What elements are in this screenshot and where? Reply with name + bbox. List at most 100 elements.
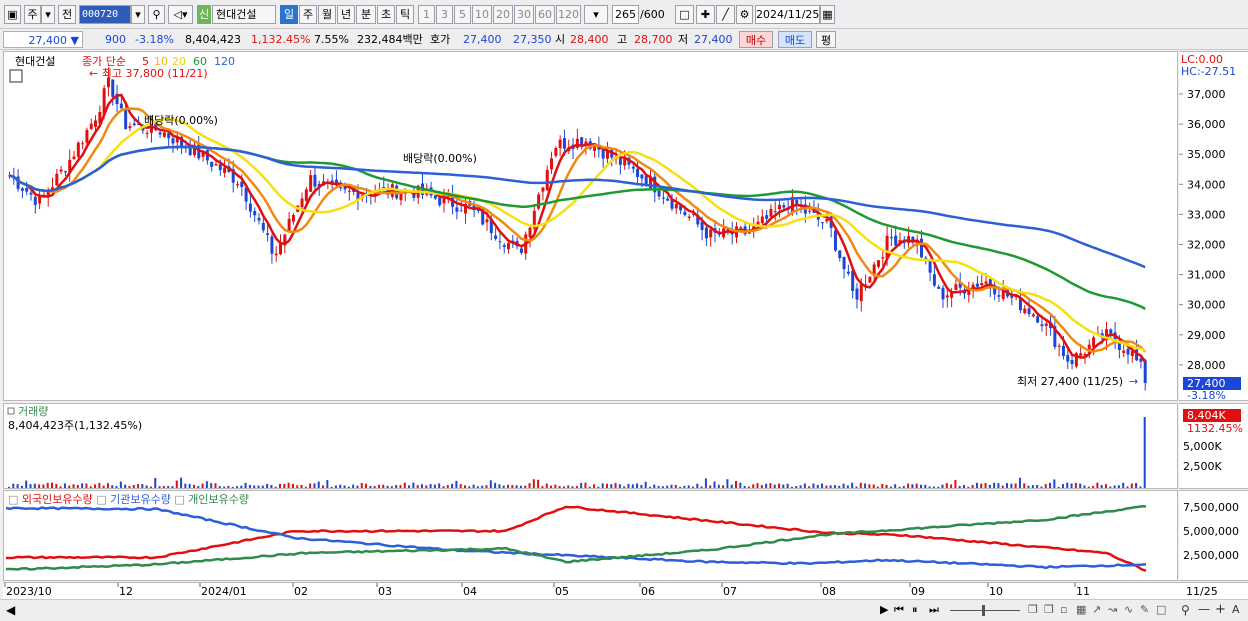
code-dropdown-icon[interactable]: ▾	[131, 5, 145, 24]
institution-line	[5, 506, 1147, 570]
date-label: 2024/01	[201, 585, 247, 598]
zoom-search-icon[interactable]: ⚲	[1181, 603, 1190, 617]
holding-chart-pane[interactable]: □ 외국인보유수량 □ 기관보유수량 □ 개인보유수량	[3, 490, 1178, 581]
candle-body	[33, 196, 37, 205]
volume-bar	[1100, 485, 1103, 488]
candle-body	[937, 286, 941, 289]
volume-bar	[1096, 482, 1099, 488]
current-price: 27,400 ▼	[3, 31, 83, 48]
volume-bar	[1070, 483, 1073, 488]
calendar-icon[interactable]: ▦	[820, 5, 835, 24]
interval-30[interactable]: 30	[514, 5, 534, 24]
last-page-icon[interactable]: ⏭	[929, 603, 939, 617]
period-tick[interactable]: 틱	[396, 5, 414, 24]
window-icon[interactable]: ▣	[4, 5, 21, 24]
font-size-icon[interactable]: A	[1232, 603, 1240, 616]
period-week[interactable]: 주	[299, 5, 317, 24]
price-chart-pane[interactable]: 현대건설 종가 단순 5 10 20 60 120 ← 최고 37,800 (1…	[3, 51, 1178, 401]
candle-body	[846, 271, 850, 274]
volume-toggle-icon[interactable]	[7, 407, 15, 415]
candle-body	[782, 205, 786, 208]
wave-icon[interactable]: ∿	[1124, 603, 1133, 616]
up-line-icon[interactable]: ↗	[1092, 603, 1101, 616]
scroll-left-icon[interactable]: ◀	[6, 603, 15, 617]
buy-button[interactable]: 매수	[739, 31, 773, 48]
scroll-right-icon[interactable]: ▶	[880, 603, 888, 616]
period-second[interactable]: 초	[377, 5, 395, 24]
quote-row: 27,400 ▼ 900 -3.18% 8,404,423 1,132.45% …	[0, 29, 1248, 50]
interval-5[interactable]: 5	[454, 5, 471, 24]
candle-body	[291, 214, 295, 222]
eval-button[interactable]: 평	[816, 31, 836, 48]
interval-120[interactable]: 120	[556, 5, 581, 24]
zoom-slider-handle[interactable]	[982, 605, 985, 616]
interval-1[interactable]: 1	[418, 5, 435, 24]
volume-bar	[266, 483, 269, 488]
volume-bar	[442, 486, 445, 488]
sell-button[interactable]: 매도	[778, 31, 812, 48]
period-minute[interactable]: 분	[356, 5, 376, 24]
volume-bar	[446, 485, 449, 488]
copy-icon[interactable]: ❐	[1028, 603, 1038, 616]
stock-name-field[interactable]: 현대건설	[212, 5, 276, 24]
period-month[interactable]: 월	[318, 5, 336, 24]
date-label: 11	[1076, 585, 1090, 598]
trend-icon[interactable]: ↝	[1108, 603, 1117, 616]
interval-20[interactable]: 20	[493, 5, 513, 24]
interval-dropdown[interactable]: ▾	[584, 5, 608, 24]
mode-dropdown-icon[interactable]: ▾	[41, 5, 55, 24]
volume-bar	[580, 482, 583, 488]
count-input[interactable]: 265	[612, 5, 639, 24]
volume-bar	[1143, 417, 1146, 488]
settings-gear-icon[interactable]: ⚙	[736, 5, 753, 24]
search-icon[interactable]: ⚲	[148, 5, 165, 24]
candle-body	[76, 142, 80, 157]
volume-bar	[227, 485, 230, 488]
volume-bar	[885, 484, 888, 488]
pause-icon[interactable]: ⏸	[912, 603, 918, 617]
period-day[interactable]: 일	[280, 5, 298, 24]
volume-bar	[201, 483, 204, 488]
zoom-slider[interactable]	[950, 610, 1020, 611]
interval-10[interactable]: 10	[472, 5, 492, 24]
candle-body	[119, 103, 123, 109]
grid-icon[interactable]: ▦	[1076, 603, 1086, 616]
volume-bar	[309, 483, 312, 488]
candle-body	[545, 169, 549, 191]
holding-tick-7500000: 7,500,000	[1183, 501, 1239, 514]
volume-bar	[640, 484, 643, 488]
candle-body	[1031, 314, 1035, 317]
volume-bar	[459, 484, 462, 488]
chart-table-icon[interactable]	[9, 69, 23, 83]
zoom-in-icon[interactable]: +	[1215, 602, 1226, 617]
volume-bar	[722, 485, 725, 488]
volume-bar	[554, 484, 557, 488]
zoom-out-icon[interactable]: —	[1198, 602, 1210, 616]
stock-code-input[interactable]: 000720	[79, 5, 131, 24]
volume-chart-pane[interactable]: 거래량 8,404,423주(1,132.45%)	[3, 403, 1178, 489]
candle-body	[266, 233, 270, 235]
date-input[interactable]: 2024/11/25	[755, 5, 820, 24]
interval-60[interactable]: 60	[535, 5, 555, 24]
candle-body	[932, 274, 936, 286]
volume-bar	[790, 486, 793, 488]
duplicate-icon[interactable]: ❐	[1044, 603, 1054, 616]
candle-body	[821, 222, 825, 224]
prev-button[interactable]: 전	[58, 5, 76, 24]
volume-bar	[141, 484, 144, 488]
candle-body	[773, 211, 777, 213]
speaker-icon[interactable]: ◁▾	[168, 5, 193, 24]
interval-3[interactable]: 3	[436, 5, 453, 24]
crosshair-icon[interactable]: ✚	[696, 5, 715, 24]
volume-bar	[382, 484, 385, 488]
first-page-icon[interactable]: ⏮	[894, 603, 904, 617]
compare-icon[interactable]: ▫	[1060, 603, 1067, 616]
candle-type-icon[interactable]: □	[675, 5, 694, 24]
volume-bar	[945, 483, 948, 488]
period-year[interactable]: 년	[337, 5, 355, 24]
volume-bar	[588, 486, 591, 488]
camera-icon[interactable]: □	[1156, 603, 1166, 616]
brush-icon[interactable]: ✎	[1140, 603, 1149, 616]
draw-line-icon[interactable]: ╱	[716, 5, 735, 24]
mode-button[interactable]: 주	[24, 5, 41, 24]
